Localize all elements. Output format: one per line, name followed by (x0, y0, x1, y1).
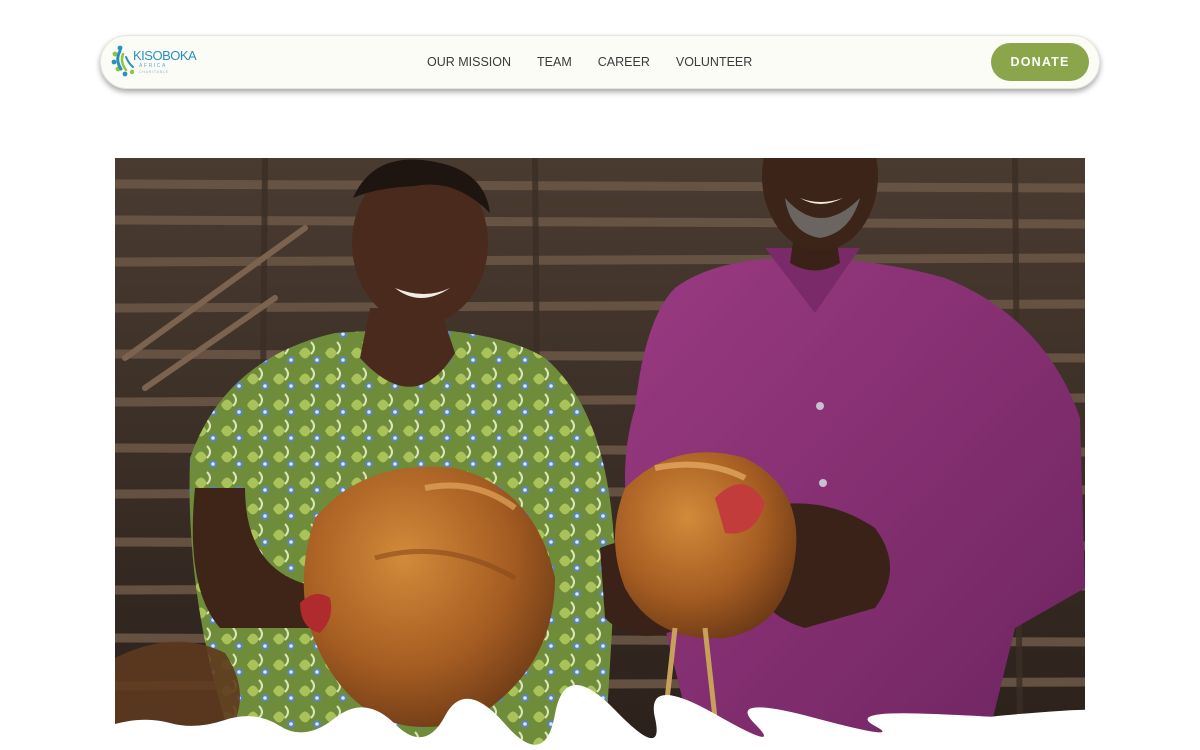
navbar: KISOBOKA AFRICA CHARITABLE OUR MISSION T… (100, 35, 1100, 89)
page: KISOBOKA AFRICA CHARITABLE OUR MISSION T… (0, 0, 1200, 750)
logo-wordmark: KISOBOKA (133, 48, 197, 63)
donate-button[interactable]: DONATE (991, 43, 1089, 81)
nav-career[interactable]: CAREER (598, 55, 650, 69)
logo-subline: CHARITABLE (139, 70, 169, 74)
nav-volunteer[interactable]: VOLUNTEER (676, 55, 752, 69)
hero-photo (115, 158, 1085, 750)
nav-team[interactable]: TEAM (537, 55, 572, 69)
logo-tagline: AFRICA (139, 63, 167, 69)
main-nav: OUR MISSION TEAM CAREER VOLUNTEER (427, 36, 778, 88)
nav-our-mission[interactable]: OUR MISSION (427, 55, 511, 69)
site-logo[interactable]: KISOBOKA AFRICA CHARITABLE (111, 42, 197, 82)
hero-photo-icon (115, 158, 1085, 750)
